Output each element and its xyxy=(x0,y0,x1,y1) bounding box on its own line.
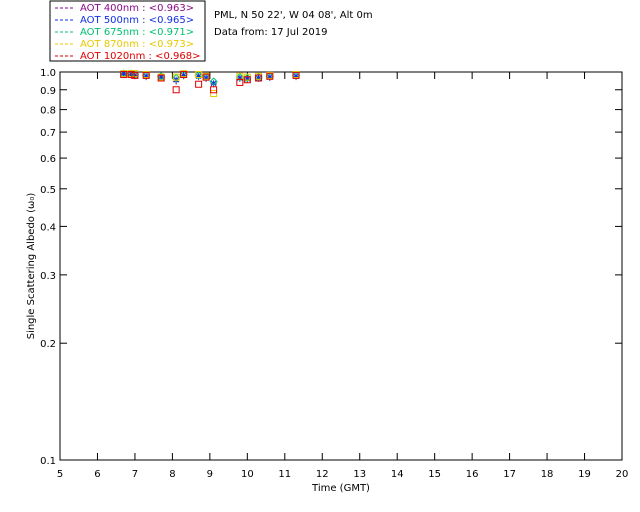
legend-entry: AOT 500nm : <0.965> xyxy=(80,15,194,26)
y-axis: 0.1 0.2 0.3 0.4 0.5 0.6 0.7 0.8 0.9 1.0 xyxy=(40,68,622,467)
x-tick-label: 15 xyxy=(428,469,441,480)
x-tick-label: 14 xyxy=(391,469,404,480)
y-tick-label: 0.2 xyxy=(40,339,56,350)
x-tick-label: 17 xyxy=(503,469,516,480)
x-tick-label: 19 xyxy=(578,469,591,480)
x-tick-label: 16 xyxy=(466,469,479,480)
site-info: PML, N 50 22', W 04 08', Alt 0m xyxy=(214,10,373,21)
x-axis-label: Time (GMT) xyxy=(311,483,370,494)
legend-entry: AOT 400nm : <0.963> xyxy=(80,3,194,14)
legend-entry: AOT 870nm : <0.973> xyxy=(80,39,194,50)
plot-frame xyxy=(59,71,623,461)
y-axis-label: Single Scattering Albedo (ω₀) xyxy=(26,193,37,340)
legend-entry: AOT 1020nm : <0.968> xyxy=(80,51,200,62)
data-point-1020nm xyxy=(195,80,203,88)
x-tick-label: 11 xyxy=(278,469,291,480)
x-tick-label: 8 xyxy=(169,469,175,480)
legend-entry: AOT 675nm : <0.971> xyxy=(80,27,194,38)
y-tick-label: 0.1 xyxy=(40,456,56,467)
y-tick-label: 0.3 xyxy=(40,271,56,282)
albedo-chart: AOT 400nm : <0.963>AOT 500nm : <0.965>AO… xyxy=(26,0,629,494)
data-point-1020nm xyxy=(210,86,218,94)
y-tick-label: 1.0 xyxy=(40,68,56,79)
date-info: Data from: 17 Jul 2019 xyxy=(214,27,327,38)
y-tick-label: 0.9 xyxy=(40,86,56,97)
y-tick-label: 0.5 xyxy=(40,185,56,196)
y-tick-label: 0.6 xyxy=(40,154,56,165)
data-point-870nm xyxy=(210,90,218,98)
x-tick-label: 7 xyxy=(132,469,138,480)
data-point-1020nm xyxy=(172,86,180,94)
x-tick-label: 18 xyxy=(541,469,554,480)
x-tick-label: 13 xyxy=(353,469,366,480)
x-tick-label: 6 xyxy=(94,469,100,480)
y-tick-label: 0.7 xyxy=(40,128,56,139)
y-tick-label: 0.8 xyxy=(40,106,56,117)
x-tick-label: 20 xyxy=(616,469,629,480)
x-tick-label: 9 xyxy=(207,469,213,480)
x-tick-label: 12 xyxy=(316,469,329,480)
x-tick-label: 10 xyxy=(241,469,254,480)
x-tick-label: 5 xyxy=(57,469,63,480)
legend: AOT 400nm : <0.963>AOT 500nm : <0.965>AO… xyxy=(49,0,206,62)
x-axis: 5 6 7 8 9 10 11 12 13 14 15 16 17 18 19 20 xyxy=(57,72,629,480)
y-tick-label: 0.4 xyxy=(40,222,56,233)
